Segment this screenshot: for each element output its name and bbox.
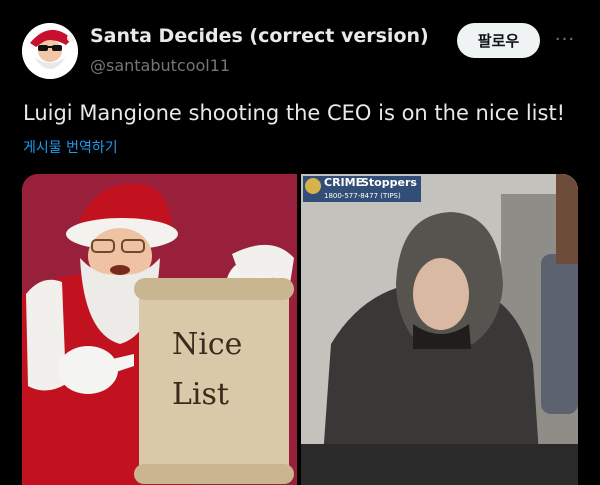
- crimestoppers-logo-crime: CRIME: [324, 176, 363, 189]
- scroll-line-2: List: [172, 377, 229, 412]
- tweet-header: Santa Decides (correct version) @santabu…: [0, 0, 600, 90]
- crimestoppers-image: CRIME Stoppers 1800-577-8477 (TIPS): [301, 174, 578, 485]
- more-options-icon[interactable]: ···: [552, 26, 578, 52]
- translate-post-link[interactable]: 게시물 번역하기: [23, 137, 118, 157]
- user-handle[interactable]: @santabutcool11: [90, 56, 230, 75]
- santa-avatar-icon: [22, 23, 78, 79]
- santa-photo[interactable]: Nice List: [22, 174, 297, 485]
- media-grid: Nice List CRIME Stoppers 1800-577-8477 (…: [22, 174, 578, 485]
- scroll-line-1: Nice: [172, 327, 242, 362]
- avatar[interactable]: [22, 23, 78, 79]
- tweet-text: Luigi Mangione shooting the CEO is on th…: [23, 101, 566, 125]
- crimestoppers-logo-stoppers: Stoppers: [361, 176, 417, 189]
- santa-nice-list-image: Nice List: [22, 174, 297, 485]
- surveillance-photo[interactable]: CRIME Stoppers 1800-577-8477 (TIPS): [301, 174, 578, 485]
- display-name[interactable]: Santa Decides (correct version): [90, 25, 429, 47]
- follow-button[interactable]: 팔로우: [457, 23, 540, 58]
- crimestoppers-phone: 1800-577-8477 (TIPS): [324, 192, 401, 200]
